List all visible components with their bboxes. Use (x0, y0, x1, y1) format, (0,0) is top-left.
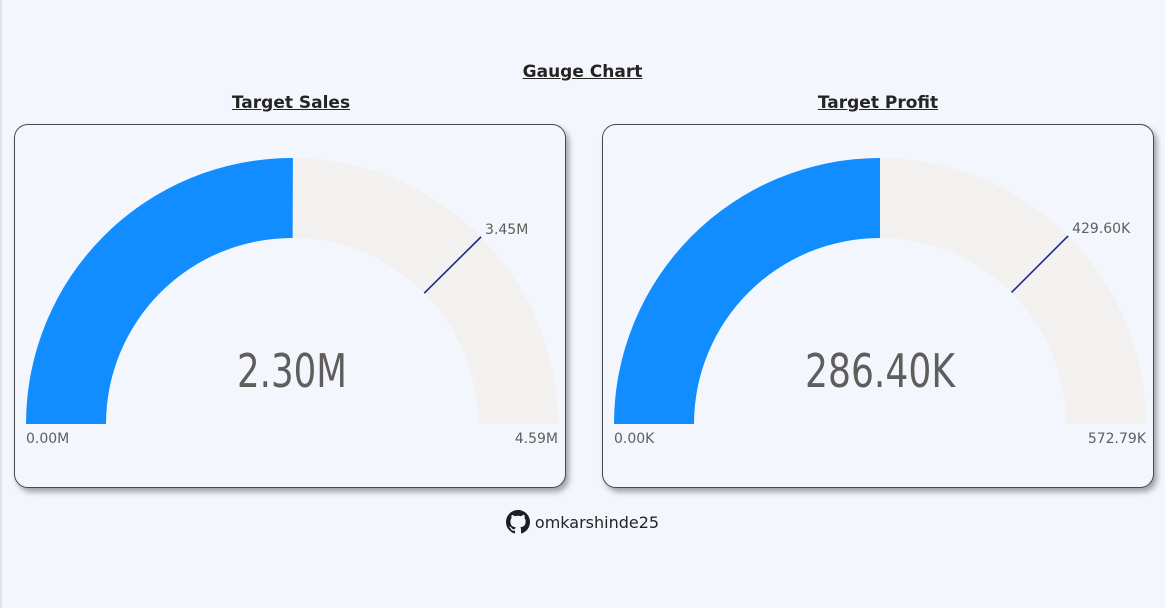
gauge-svg-profit: 429.60K 286.40K 0.00K 572.79K (614, 157, 1147, 447)
gauge-svg-sales: 3.45M 2.30M 0.00M 4.59M (26, 157, 558, 447)
gauge-target-label: 3.45M (485, 222, 528, 238)
footer: omkarshinde25 (0, 510, 1165, 534)
gauge-card-profit[interactable]: 429.60K 286.40K 0.00K 572.79K (602, 124, 1154, 488)
gauge-value-label: 286.40K (805, 344, 956, 398)
gauge-min-label: 0.00K (614, 431, 655, 447)
gauge-max-label: 4.59M (515, 431, 558, 447)
github-icon[interactable] (505, 510, 530, 534)
gauge-target-label: 429.60K (1072, 221, 1131, 237)
gauge-max-label: 572.79K (1088, 431, 1147, 447)
gauge-value-label: 2.30M (237, 344, 347, 398)
page-title: Gauge Chart (522, 62, 643, 82)
github-handle[interactable]: omkarshinde25 (535, 513, 659, 532)
gauge-title-profit: Target Profit (817, 93, 939, 113)
gauge-card-sales[interactable]: 3.45M 2.30M 0.00M 4.59M (14, 124, 566, 488)
gauge-min-label: 0.00M (26, 431, 69, 447)
gauge-title-sales: Target Sales (231, 93, 351, 113)
